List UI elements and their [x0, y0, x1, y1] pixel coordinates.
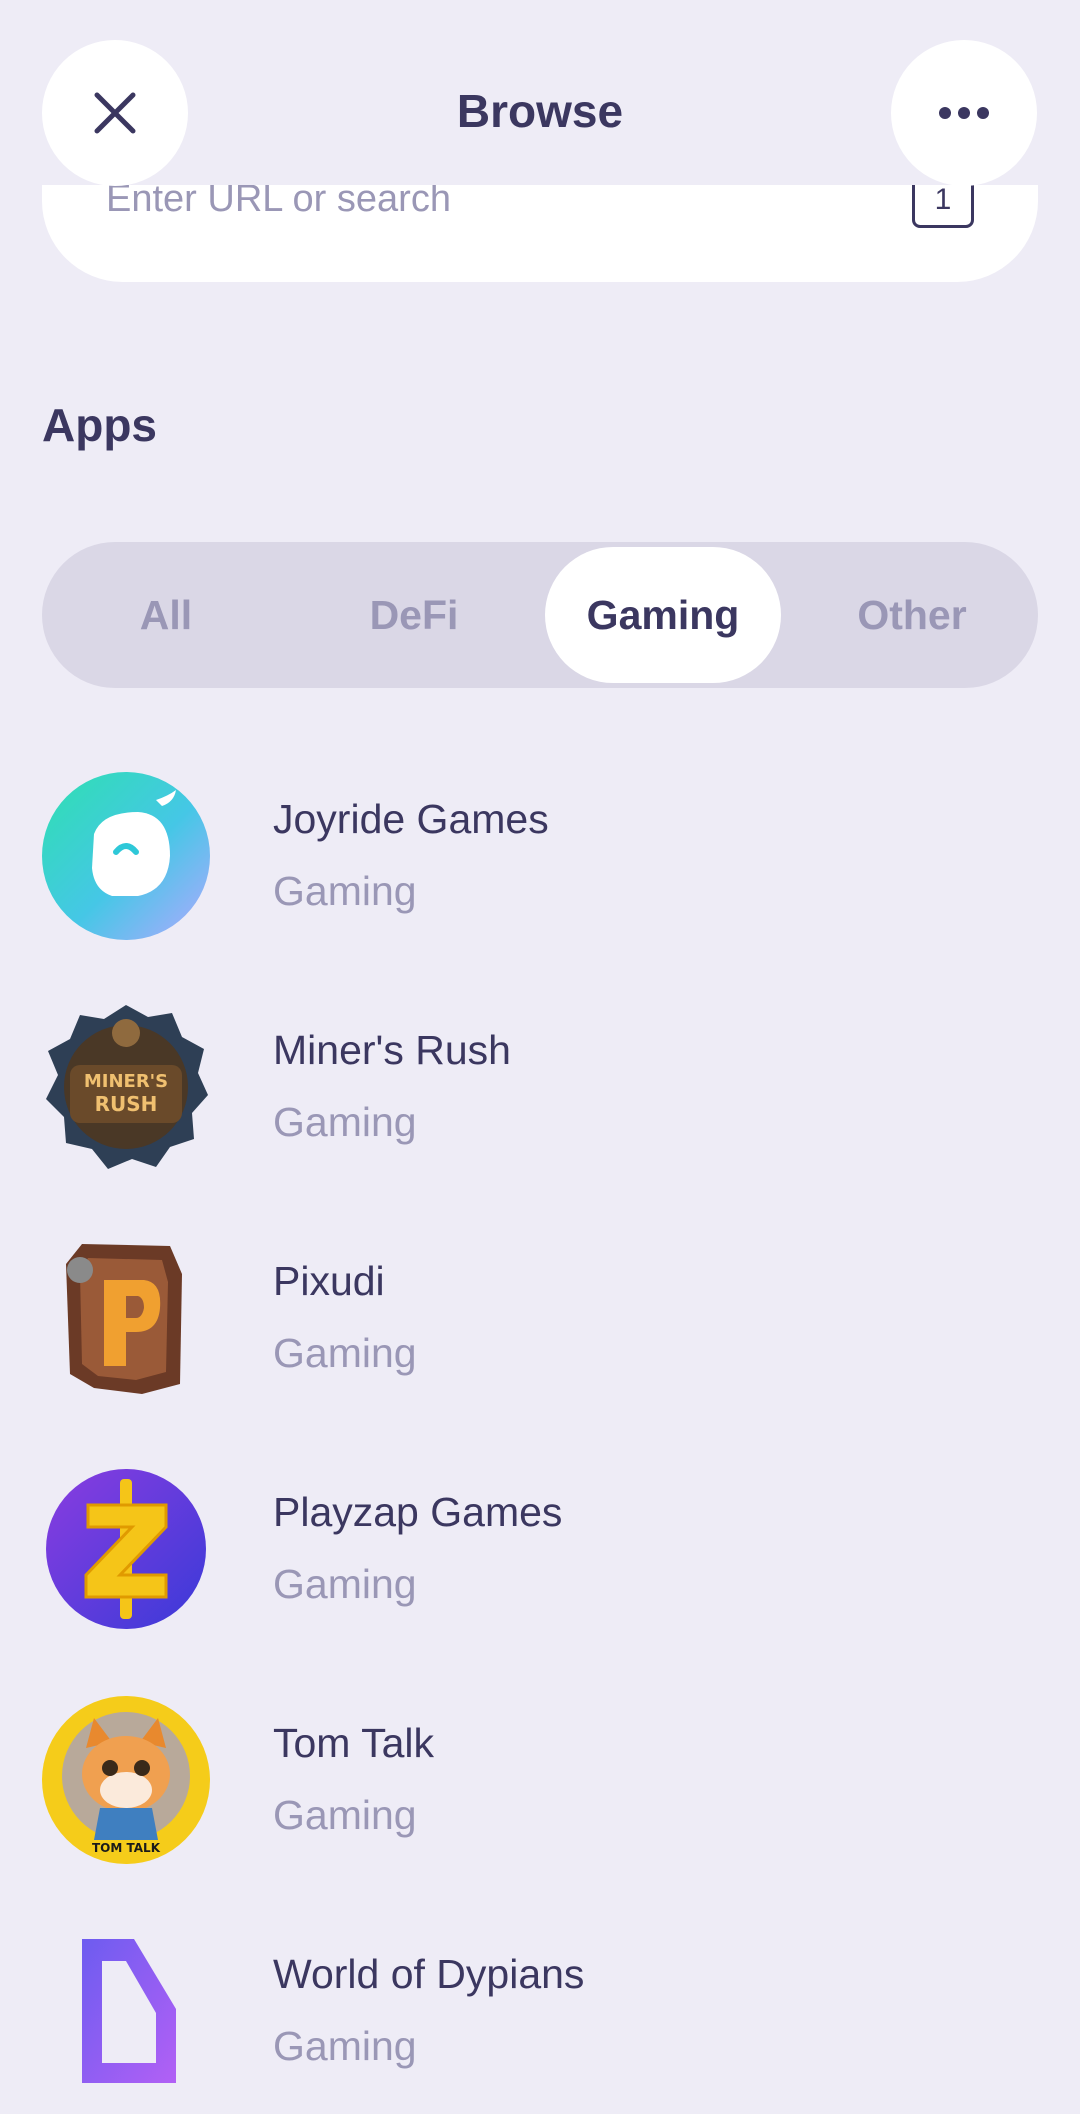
joyride-logo-icon [42, 772, 210, 940]
svg-text:TOM TALK: TOM TALK [92, 1841, 161, 1855]
app-list-item[interactable]: Joyride Games Gaming [0, 772, 1080, 972]
pixudi-logo-icon [42, 1234, 210, 1402]
app-name: Miner's Rush [273, 1027, 511, 1073]
app-category: Gaming [273, 1330, 417, 1376]
miners-rush-logo-icon: MINER'S RUSH [42, 1003, 210, 1171]
apps-section-title: Apps [42, 399, 157, 451]
svg-text:MINER'S: MINER'S [84, 1071, 168, 1092]
app-list-item[interactable]: MINER'S RUSH Miner's Rush Gaming [0, 1003, 1080, 1203]
filter-tab-all[interactable]: All [48, 547, 284, 683]
app-category: Gaming [273, 868, 417, 914]
more-horizontal-icon [939, 107, 989, 119]
app-category: Gaming [273, 1792, 417, 1838]
browse-screen: Enter URL or search 1 Browse Apps All De… [0, 0, 1080, 2114]
tom-talk-logo-icon: TOM TALK [42, 1696, 210, 1864]
filter-tab-defi[interactable]: DeFi [296, 547, 532, 683]
playzap-logo-icon [42, 1465, 210, 1633]
app-name: Tom Talk [273, 1720, 435, 1766]
app-list-item[interactable]: Pixudi Gaming [0, 1234, 1080, 1434]
world-of-dypians-logo-icon [42, 1927, 210, 2095]
app-name: Playzap Games [273, 1489, 563, 1535]
app-name: Joyride Games [273, 796, 549, 842]
app-name: Pixudi [273, 1258, 385, 1304]
app-name: World of Dypians [273, 1951, 585, 1997]
more-options-button[interactable] [891, 40, 1037, 186]
category-filter: All DeFi Gaming Other [42, 542, 1038, 688]
app-category: Gaming [273, 2023, 417, 2069]
app-list-item[interactable]: World of Dypians Gaming [0, 1927, 1080, 2114]
svg-text:RUSH: RUSH [95, 1092, 158, 1116]
filter-tab-other[interactable]: Other [794, 547, 1030, 683]
tab-count: 1 [934, 183, 952, 216]
app-category: Gaming [273, 1561, 417, 1607]
app-category: Gaming [273, 1099, 417, 1145]
app-list-item[interactable]: Playzap Games Gaming [0, 1465, 1080, 1665]
filter-tab-gaming[interactable]: Gaming [545, 547, 781, 683]
app-list-item[interactable]: TOM TALK Tom Talk Gaming [0, 1696, 1080, 1896]
